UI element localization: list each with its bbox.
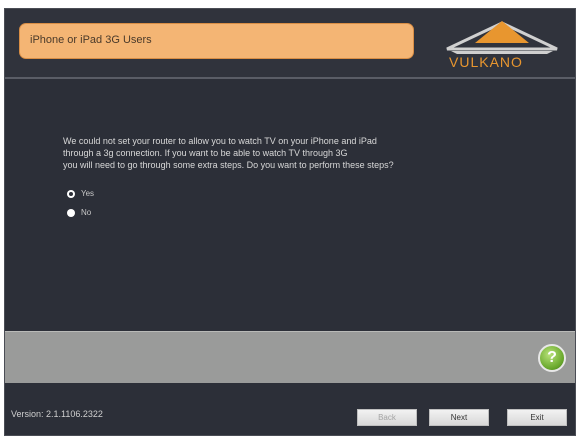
exit-button[interactable]: Exit (507, 409, 567, 426)
header: iPhone or iPad 3G Users VULKANO (5, 9, 575, 77)
version-label: Version: 2.1.1106.2322 (11, 409, 103, 419)
radio-yes[interactable] (67, 189, 75, 198)
message-line: you will need to go through some extra s… (63, 160, 394, 170)
option-yes-label: Yes (81, 189, 95, 198)
message-line: through a 3g connection. If you want to … (63, 148, 348, 158)
option-no[interactable]: No (67, 208, 91, 217)
footer: Version: 2.1.1106.2322 Back Next Exit (5, 383, 575, 435)
title-box: iPhone or iPad 3G Users (19, 23, 414, 59)
vulkano-logo: VULKANO (437, 13, 567, 73)
message-text: We could not set your router to allow yo… (63, 135, 523, 171)
help-icon[interactable]: ? (538, 344, 566, 372)
page-title: iPhone or iPad 3G Users (30, 34, 152, 46)
radio-no[interactable] (67, 208, 75, 217)
option-no-label: No (81, 208, 92, 217)
message-line: We could not set your router to allow yo… (63, 136, 377, 146)
action-bar: ? (5, 331, 575, 383)
option-yes[interactable]: Yes (67, 189, 94, 198)
setup-window: iPhone or iPad 3G Users VULKANO We could… (4, 8, 576, 436)
next-button[interactable]: Next (429, 409, 489, 426)
logo-text: VULKANO (449, 54, 523, 70)
back-button[interactable]: Back (357, 409, 417, 426)
main-content: We could not set your router to allow yo… (5, 79, 575, 331)
